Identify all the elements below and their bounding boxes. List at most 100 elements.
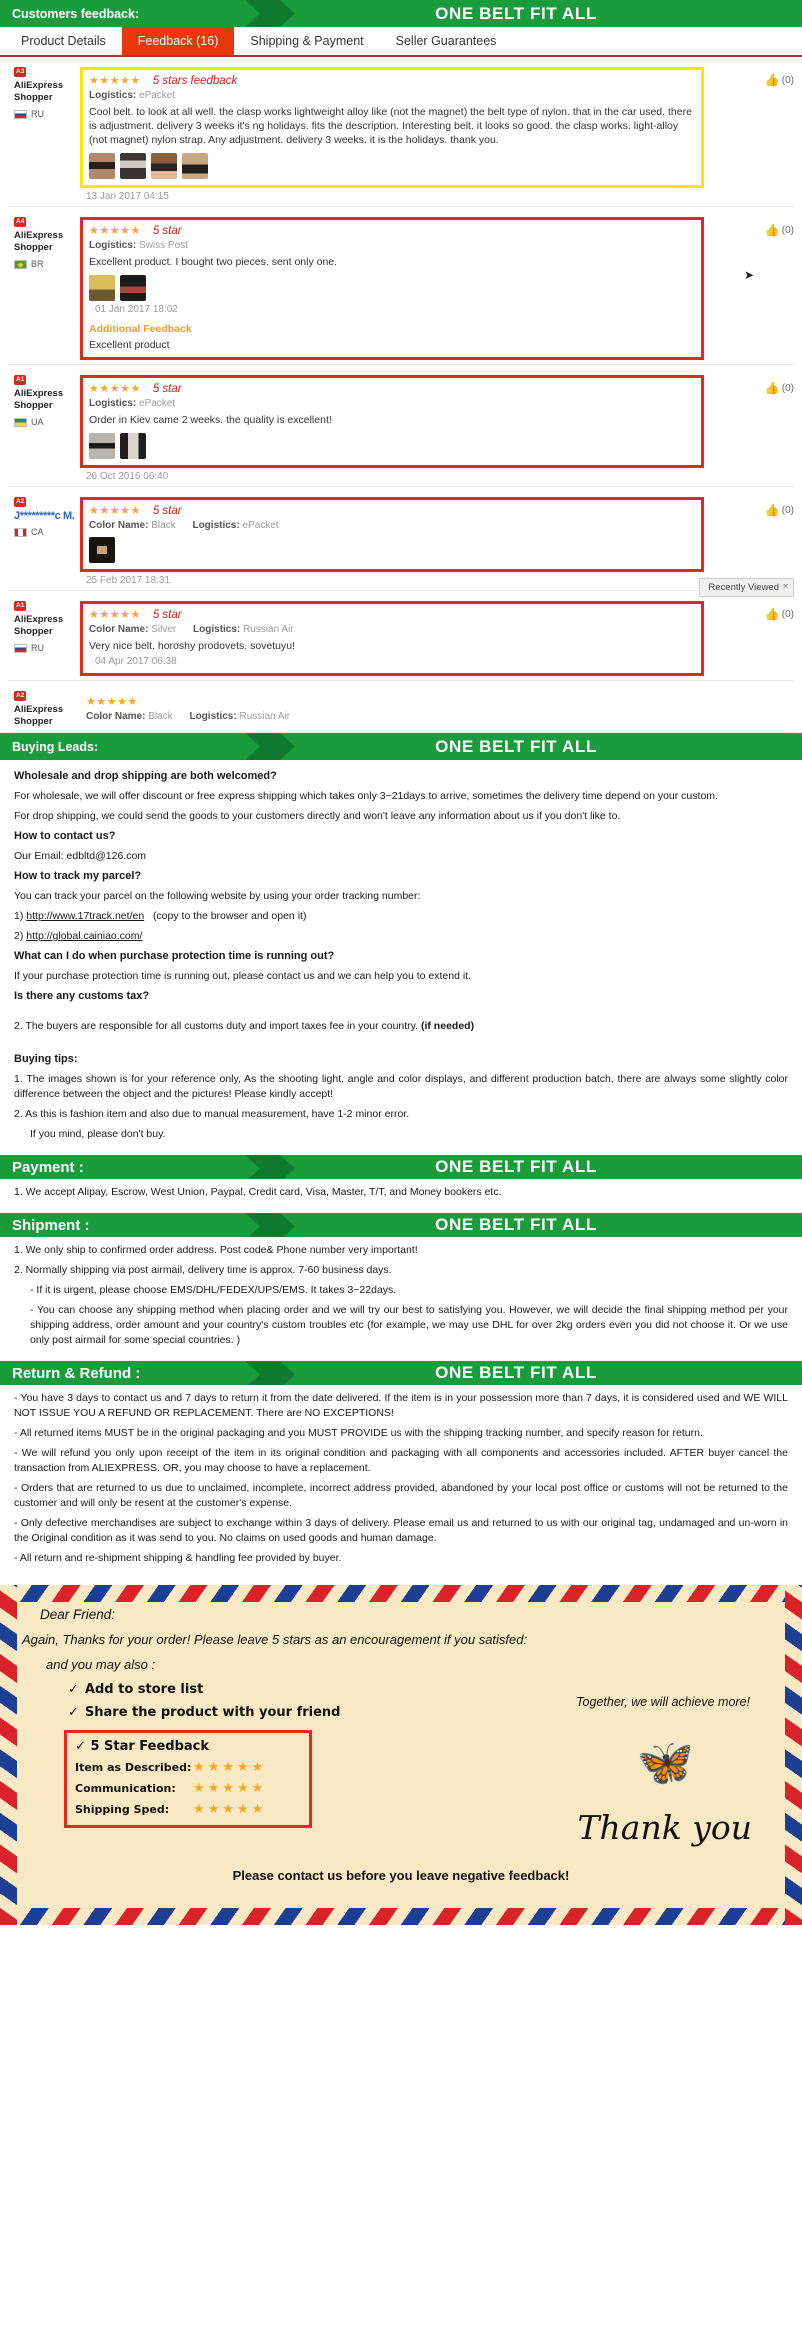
feedback-image-thumbnail[interactable] [120,433,146,459]
rate-box-title: ✓ 5 Star Feedback [75,1739,301,1754]
feedback-date: 01 Jan 2017 18:02 [95,304,178,315]
feedback-image-thumbnail[interactable] [89,275,115,301]
additional-feedback-text: Excellent product [89,339,170,351]
feedback-item: A2 J*********c M. CA 👍 (0) ★★★★★ 5 star [8,487,794,591]
logistics-value: Swiss Post [139,240,188,251]
feedback-highlight-box: ★★★★★ 5 star Logistics: Swiss Post Excel… [80,217,704,360]
logistics-value: Russian Air [243,624,294,635]
feedback-image-thumbnail[interactable] [120,275,146,301]
reviewer-name: AliExpress Shopper [14,388,64,411]
tab-feedback[interactable]: Feedback (16) [121,27,235,55]
buying-question-3: How to track my parcel? [14,870,142,882]
reviewer-name: J*********c M. [14,510,75,522]
close-icon[interactable]: ✕ [782,582,789,591]
helpful-control[interactable]: 👍 (0) [765,381,794,395]
reviewer-info: A4 AliExpress Shopper BR [8,217,80,360]
flag-br-icon [14,259,27,269]
thumbs-up-icon[interactable]: 👍 [765,381,780,395]
tracking-link-17track[interactable]: http://www.17track.net/en [26,910,144,922]
helpful-control[interactable]: 👍 (0) [765,223,794,237]
buying-answer-1: For wholesale, we will offer discount or… [14,790,718,802]
rate-stars: ★★★★★ [193,1760,267,1775]
feedback-image-thumbnail[interactable] [89,537,115,563]
rating-stars: ★★★★★ [89,505,141,517]
banner-right-label: ONE BELT FIT ALL [435,1215,597,1234]
feedback-image-thumbnail[interactable] [89,153,115,179]
feedback-images [89,153,695,179]
thumbs-up-icon[interactable]: 👍 [765,223,780,237]
feedback-highlight-box: ★★★★★ Color Name: Black Logistics: Russi… [80,691,704,728]
rate-label: Communication: [75,1782,176,1795]
check-icon: ✓ [75,1739,86,1754]
flag-ru-icon [14,109,27,119]
reviewer-level-badge: A1 [14,375,27,385]
tracking-link-cainiao[interactable]: http://global.cainiao.com/ [26,930,142,942]
thumbs-up-icon[interactable]: 👍 [765,503,780,517]
banner-payment: Payment : ONE BELT FIT ALL [0,1155,802,1179]
banner-right-label: ONE BELT FIT ALL [435,3,597,23]
tab-shipping-payment[interactable]: Shipping & Payment [234,27,379,55]
feedback-item: A1 AliExpress Shopper RU 👍 (0) ★★★★★ 5 s… [8,591,794,681]
thumbs-up-icon[interactable]: 👍 [765,73,780,87]
returns-line-1: - You have 3 days to contact us and 7 da… [14,1392,788,1419]
recently-viewed-label: Recently Viewed [708,582,779,593]
rate-label: Shipping Sped: [75,1803,170,1816]
color-value: Black [148,711,173,722]
customs-note-text: 2. The buyers are responsible for all cu… [14,1020,419,1032]
feedback-date: 13 Jan 2017 04:15 [86,191,169,202]
greeting-line: Dear Friend: [40,1607,116,1622]
feedback-body: ★★★★★ Color Name: Black Logistics: Russi… [80,691,794,728]
tracking-link-row-1: 1) http://www.17track.net/en (copy to th… [14,909,788,924]
helpful-control[interactable]: 👍 (0) [765,73,794,87]
feedback-images [89,537,695,563]
action-label: Share the product with your friend [84,1705,341,1720]
feedback-text: Excellent product. I bought two pieces. … [89,256,338,268]
recently-viewed-widget[interactable]: Recently Viewed ✕ [699,578,794,597]
tab-product-details[interactable]: Product Details [5,27,122,55]
feedback-image-thumbnail[interactable] [89,433,115,459]
helpful-count: (0) [781,382,794,394]
feedback-item: A1 AliExpress Shopper UA 👍 (0) ★★★★★ 5 s… [8,365,794,487]
thumbs-up-icon[interactable]: 👍 [765,607,780,621]
feedback-body: 👍 (0) ★★★★★ 5 star Logistics: ePacket Or… [80,375,794,482]
banner-right-label: ONE BELT FIT ALL [435,1157,597,1176]
feedback-image-thumbnail[interactable] [182,153,208,179]
feedback-meta: Color Name: Silver Logistics: Russian Ai… [89,624,695,635]
feedback-list: A3 AliExpress Shopper RU 👍 (0) ★★★★★ 5 s… [0,57,802,733]
color-label: Color Name: [86,711,146,722]
buying-question-4: What can I do when purchase protection t… [14,950,335,962]
tab-seller-guarantees[interactable]: Seller Guarantees [380,27,513,55]
banner-right-label: ONE BELT FIT ALL [435,736,597,756]
banner-customers-feedback: Customers feedback: ONE BELT FIT ALL [0,0,802,27]
logistics-value: ePacket [242,520,279,531]
airmail-border-left [0,1585,17,1925]
rating-stars: ★★★★★ [89,383,141,395]
feedback-image-thumbnail[interactable] [151,153,177,179]
reviewer-country: RU [31,109,44,119]
feedback-image-thumbnail[interactable] [120,153,146,179]
logistics-label: Logistics: [189,711,237,722]
rate-stars: ★★★★★ [193,1802,267,1817]
payment-content: 1. We accept Alipay, Escrow, West Union,… [0,1179,802,1213]
feedback-text: Order in Kiev came 2 weeks. the quality … [89,414,332,426]
returns-line-6: - All return and re-shipment shipping & … [14,1552,342,1564]
feedback-meta: Logistics: ePacket [89,90,695,101]
product-page: Customers feedback: ONE BELT FIT ALL Pro… [0,0,802,1925]
banner-shipment: Shipment : ONE BELT FIT ALL [0,1213,802,1237]
rating-stars: ★★★★★ [86,696,138,708]
reviewer-info: A2 J*********c M. CA [8,497,80,586]
helpful-control[interactable]: 👍 (0) [765,607,794,621]
buying-email: Our Email: edbltd@126.com [14,850,147,862]
butterfly-icon: 🦋 [636,1736,694,1788]
reviewer-info: A3 AliExpress Shopper RU [8,67,80,202]
feedback-date: 26 Oct 2016 06:40 [86,471,169,482]
logistics-label: Logistics: [89,240,137,251]
shipment-line-2: 2. Normally shipping via post airmail, d… [14,1264,392,1276]
feedback-meta: Logistics: ePacket [89,398,695,409]
rating-stars: ★★★★★ [89,225,141,237]
reviewer-level-badge: A2 [14,691,27,701]
thank-you-script: Thank you [577,1808,752,1847]
helpful-control[interactable]: 👍 (0) [765,503,794,517]
negative-feedback-notice: Please contact us before you leave negat… [232,1868,570,1883]
color-label: Color Name: [89,624,149,635]
